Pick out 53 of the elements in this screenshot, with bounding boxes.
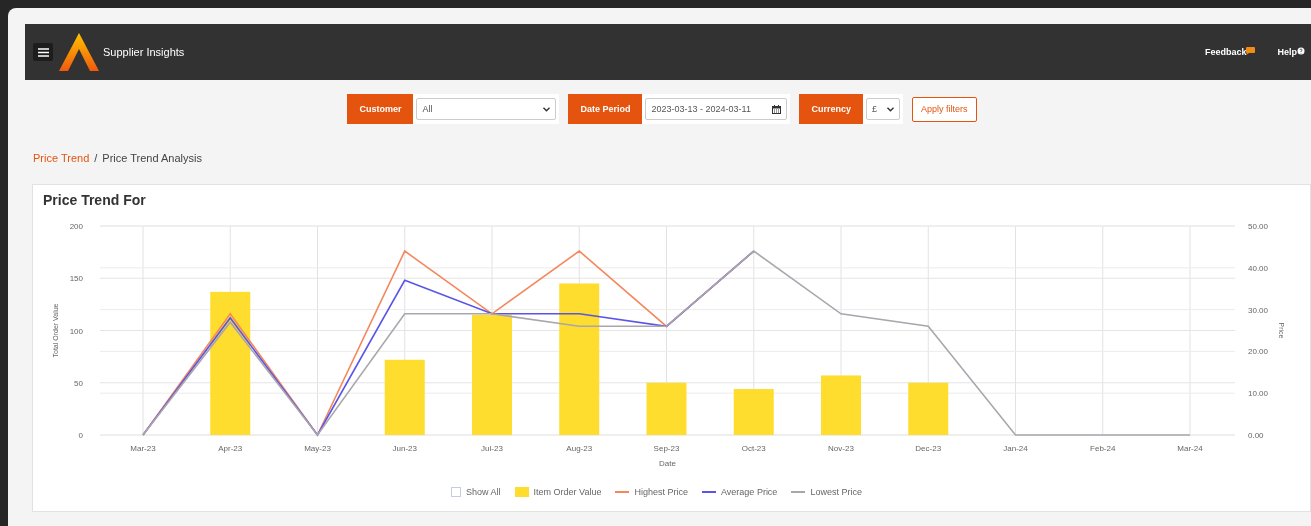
header-link[interactable]: Feedback bbox=[1204, 47, 1256, 57]
y-axis-label: 30.00 bbox=[1248, 305, 1269, 315]
x-axis-label: Apr-23 bbox=[218, 444, 243, 453]
y-axis-label: 40.00 bbox=[1248, 263, 1269, 273]
legend-item[interactable]: Show All bbox=[451, 487, 501, 497]
filter-label: Currency bbox=[799, 94, 863, 124]
x-axis-label: Jan-24 bbox=[1003, 444, 1028, 453]
app-title: Supplier Insights bbox=[103, 46, 185, 58]
calendar-icon bbox=[772, 104, 782, 114]
x-axis-label: May-23 bbox=[304, 444, 331, 453]
y-axis-label: 20.00 bbox=[1248, 347, 1269, 357]
breadcrumb-separator: / bbox=[94, 152, 98, 164]
y-axis-label: 50.00 bbox=[1248, 222, 1269, 231]
card-title: Price Trend For bbox=[43, 192, 146, 208]
x-axis-label: Feb-24 bbox=[1090, 444, 1116, 453]
checkbox[interactable] bbox=[451, 487, 462, 497]
menu-icon bbox=[37, 47, 49, 57]
x-axis-label: Nov-23 bbox=[828, 444, 854, 453]
legend-item[interactable]: Item Order Value bbox=[514, 487, 602, 497]
y-axis-label: 150 bbox=[69, 274, 83, 284]
x-axis-label: Mar-23 bbox=[130, 444, 156, 453]
legend-item[interactable]: Lowest Price bbox=[791, 487, 862, 497]
x-axis-label: Jul-23 bbox=[481, 444, 503, 453]
x-axis-label: Oct-23 bbox=[741, 444, 766, 453]
filter-label: Date Period bbox=[568, 94, 643, 124]
y-axis-label: 0.00 bbox=[1248, 431, 1264, 440]
y-axis-label: 0 bbox=[78, 431, 83, 440]
y-axis-label: 100 bbox=[69, 326, 83, 336]
x-axis-label: Jun-23 bbox=[392, 444, 417, 453]
help-icon bbox=[1297, 47, 1305, 55]
chevron-down-icon bbox=[887, 106, 894, 112]
x-axis-label: Mar-24 bbox=[1177, 444, 1203, 453]
chevron-down-icon bbox=[543, 106, 551, 112]
y-axis-label: 10.00 bbox=[1248, 389, 1269, 399]
y-axis-label: 50 bbox=[74, 378, 83, 388]
breadcrumb-link[interactable]: Price Trend bbox=[33, 152, 90, 164]
dropdown[interactable]: £ bbox=[866, 98, 900, 120]
x-axis-label: Sep-23 bbox=[653, 444, 680, 453]
logo-icon bbox=[59, 33, 99, 71]
menu-button[interactable] bbox=[33, 43, 53, 61]
apply-filters-button[interactable]: Apply filters bbox=[912, 96, 977, 122]
x-axis-title: Date bbox=[659, 459, 676, 468]
dropdown[interactable]: All bbox=[416, 98, 557, 120]
date-range-field[interactable]: 2023-03-13 - 2024-03-11 bbox=[645, 98, 788, 120]
speech-bubble-icon bbox=[1246, 47, 1256, 55]
legend-item[interactable]: Average Price bbox=[702, 487, 778, 497]
breadcrumb-current: Price Trend Analysis bbox=[102, 152, 202, 164]
legend-item[interactable]: Highest Price bbox=[615, 487, 688, 497]
header-link[interactable]: Help bbox=[1277, 47, 1305, 57]
filter-label: Customer bbox=[347, 94, 414, 124]
y-axis-label: 200 bbox=[69, 222, 83, 231]
x-axis-label: Dec-23 bbox=[915, 444, 942, 453]
x-axis-label: Aug-23 bbox=[566, 444, 593, 453]
